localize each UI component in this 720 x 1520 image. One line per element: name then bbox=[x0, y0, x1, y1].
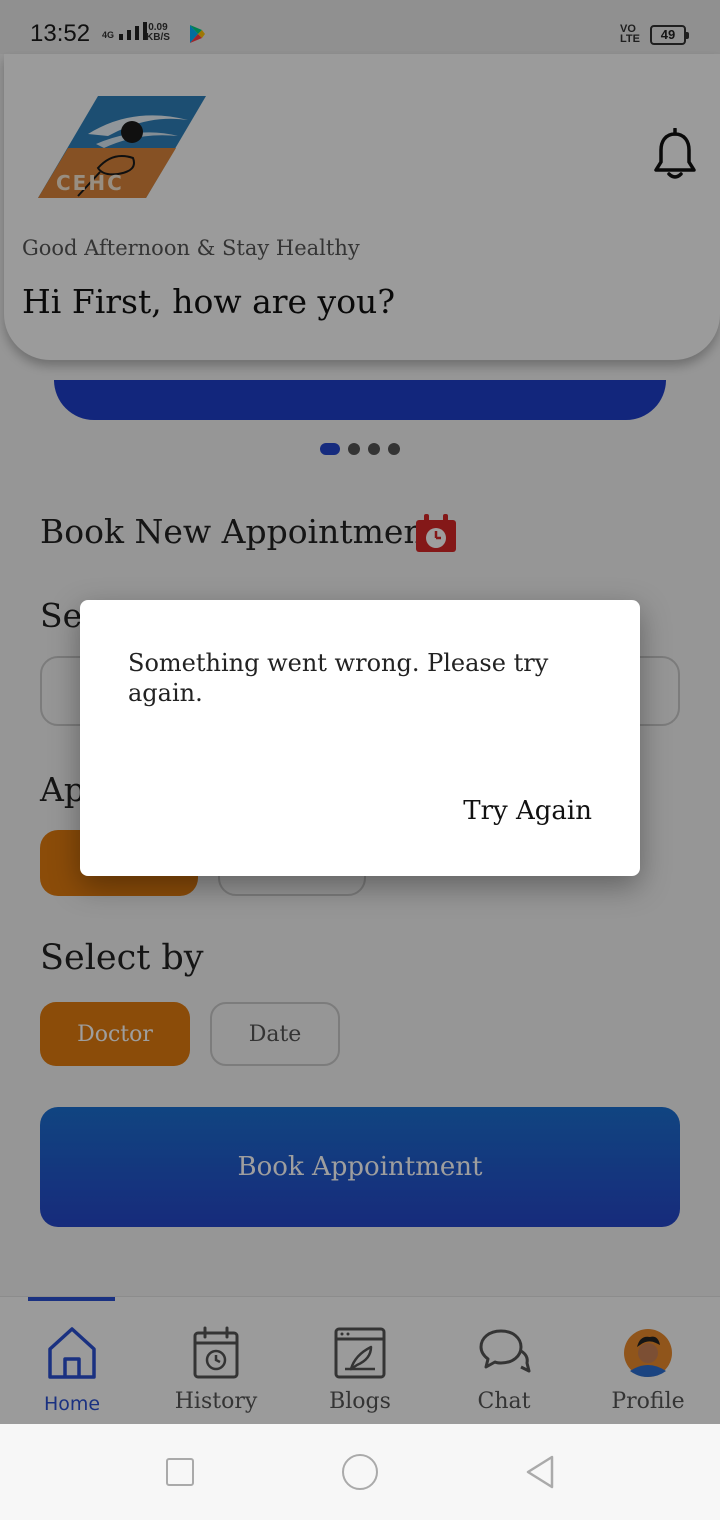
error-message: Something went wrong. Please try again. bbox=[128, 649, 549, 707]
recent-apps-button[interactable] bbox=[166, 1458, 194, 1486]
home-button[interactable] bbox=[342, 1454, 378, 1490]
back-button[interactable] bbox=[524, 1454, 556, 1490]
try-again-button[interactable]: Try Again bbox=[463, 796, 592, 826]
system-navigation-bar bbox=[0, 1424, 720, 1520]
error-dialog: Something went wrong. Please try again. … bbox=[80, 600, 640, 876]
